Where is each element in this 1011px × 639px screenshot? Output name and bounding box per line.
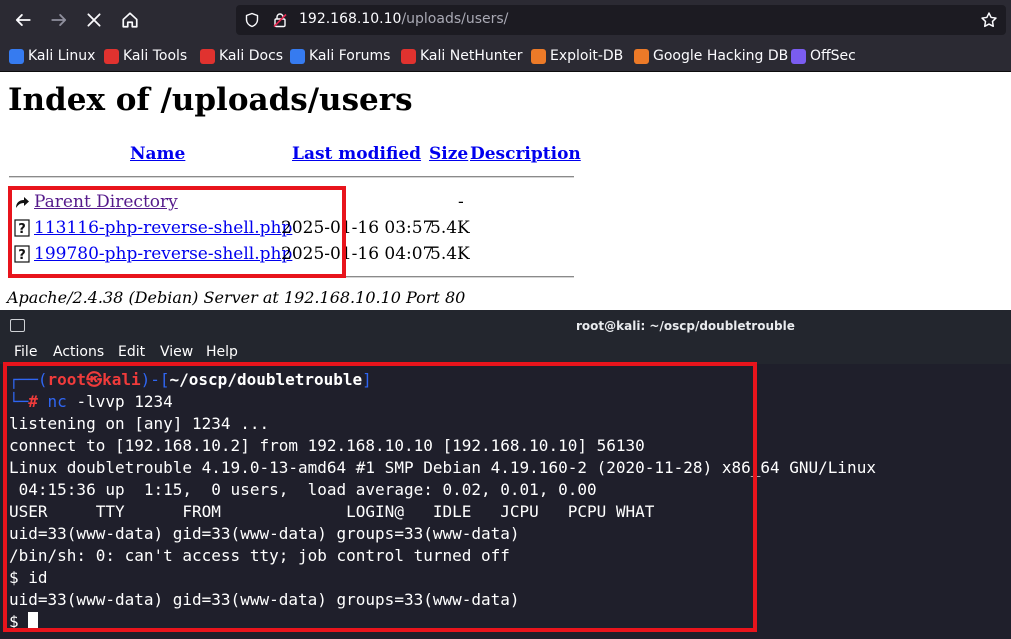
ghdb-icon <box>634 48 649 64</box>
bookmark-label: OffSec <box>810 48 856 64</box>
home-icon <box>122 12 138 28</box>
file-size: 5.4K <box>430 218 470 238</box>
kali-docs-icon <box>200 48 215 64</box>
back-arrow-icon <box>15 14 31 26</box>
bookmark-label: Exploit-DB <box>550 48 624 64</box>
terminal-titlebar[interactable]: root@kali: ~/oscp/doubletrouble <box>0 310 1011 342</box>
url-host: 192.168.10.10 <box>299 11 402 27</box>
bookmark-kali-docs[interactable]: Kali Docs <box>200 47 283 65</box>
menu-edit[interactable]: Edit <box>118 344 145 360</box>
bookmark-label: Kali Docs <box>219 48 284 64</box>
kali-nethunter-icon <box>401 48 416 64</box>
offsec-icon <box>791 48 806 64</box>
kali-dragon-icon <box>9 48 24 64</box>
terminal-menubar: File Actions Edit View Help <box>0 342 1011 364</box>
bookmarks-toolbar: Kali Linux Kali Tools Kali Docs Kali For… <box>0 40 1011 72</box>
server-signature: Apache/2.4.38 (Debian) Server at 192.168… <box>7 288 466 307</box>
bookmark-kali-nethunter[interactable]: Kali NetHunter <box>401 47 522 65</box>
bookmark-label: Kali Tools <box>123 48 188 64</box>
highlight-box <box>3 362 757 632</box>
kali-forums-icon <box>290 48 305 64</box>
forward-button[interactable] <box>45 6 73 34</box>
bookmark-label: Kali Forums <box>309 48 391 64</box>
url-text[interactable]: 192.168.10.10/uploads/users/ <box>299 11 508 27</box>
url-path: /uploads/users/ <box>401 11 509 27</box>
browser-toolbar: 192.168.10.10/uploads/users/ <box>0 0 1011 40</box>
insecure-lock-icon[interactable] <box>272 12 288 28</box>
column-description-header[interactable]: Description <box>470 144 581 164</box>
menu-view[interactable]: View <box>160 344 193 360</box>
kali-tools-icon <box>104 48 119 64</box>
bookmark-exploit-db[interactable]: Exploit-DB <box>531 47 623 65</box>
stop-button[interactable] <box>80 6 108 34</box>
forward-arrow-icon <box>51 14 67 26</box>
menu-actions[interactable]: Actions <box>53 344 104 360</box>
bookmark-kali-linux[interactable]: Kali Linux <box>9 47 95 65</box>
terminal-window: root@kali: ~/oscp/doubletrouble File Act… <box>0 310 1011 639</box>
column-size-header[interactable]: Size <box>429 144 468 164</box>
bookmark-label: Kali Linux <box>28 48 96 64</box>
page-title: Index of /uploads/users <box>8 82 413 118</box>
shield-icon[interactable] <box>244 12 260 28</box>
bookmark-offsec[interactable]: OffSec <box>791 47 856 65</box>
terminal-title: root@kali: ~/oscp/doubletrouble <box>576 319 795 333</box>
highlight-box <box>8 186 346 278</box>
parent-size: - <box>458 192 464 212</box>
bookmark-kali-tools[interactable]: Kali Tools <box>104 47 187 65</box>
exploit-db-icon <box>531 48 546 64</box>
divider <box>9 176 574 178</box>
back-button[interactable] <box>9 6 37 34</box>
bookmark-kali-forums[interactable]: Kali Forums <box>290 47 390 65</box>
url-bar[interactable]: 192.168.10.10/uploads/users/ <box>236 5 1006 35</box>
terminal-icon <box>10 319 25 332</box>
bookmark-label: Google Hacking DB <box>653 48 789 64</box>
bookmark-google-hacking-db[interactable]: Google Hacking DB <box>634 47 788 65</box>
close-icon <box>87 13 101 27</box>
file-size: 5.4K <box>430 244 470 264</box>
column-name-header[interactable]: Name <box>130 144 185 164</box>
bookmark-label: Kali NetHunter <box>420 48 523 64</box>
bookmark-star-icon[interactable] <box>980 11 998 29</box>
home-button[interactable] <box>116 6 144 34</box>
menu-file[interactable]: File <box>14 344 37 360</box>
column-last-modified-header[interactable]: Last modified <box>292 144 421 164</box>
menu-help[interactable]: Help <box>206 344 238 360</box>
